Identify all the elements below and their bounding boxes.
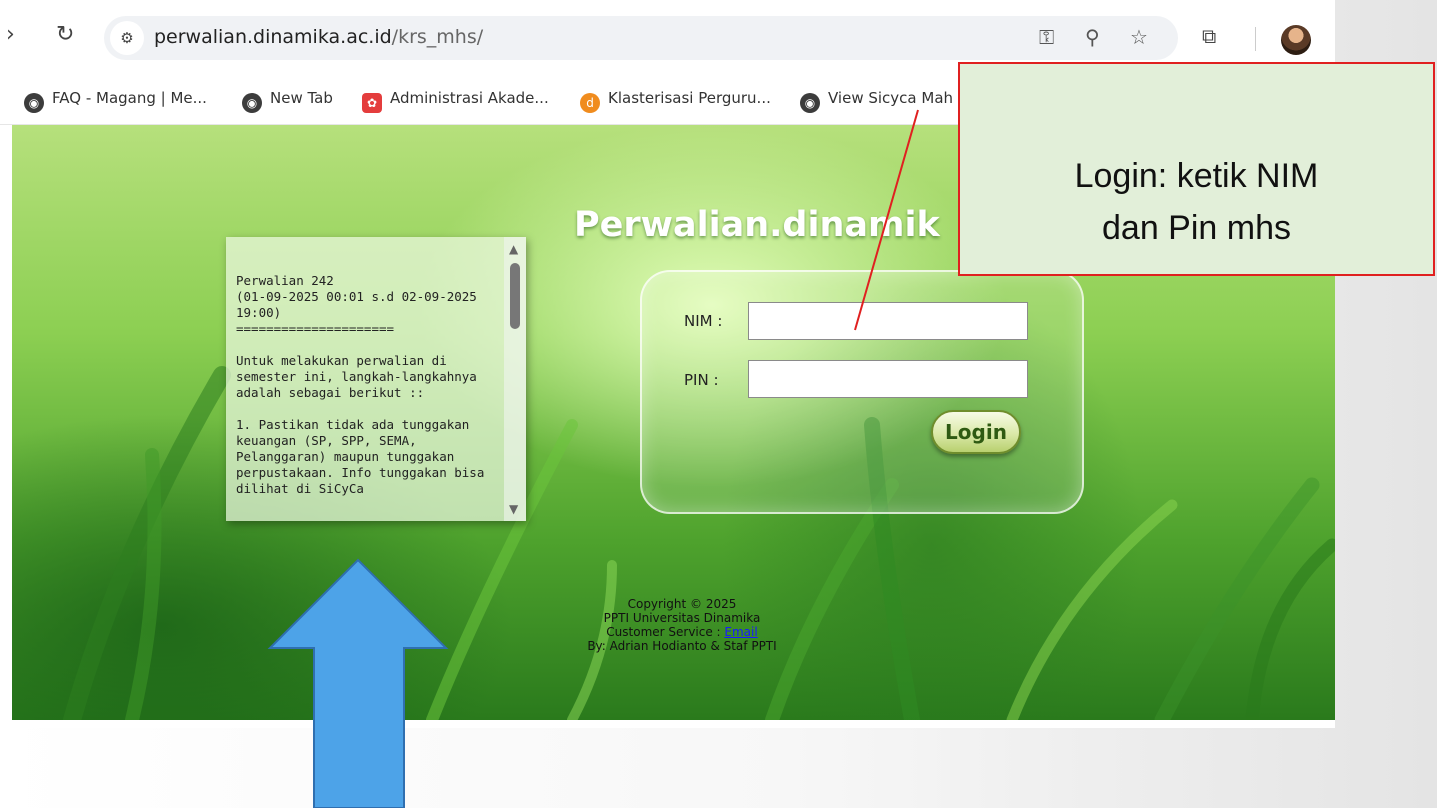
callout-pointer-line [854,109,919,331]
annotation-overlay [267,109,919,808]
blue-up-arrow-icon [267,558,449,808]
